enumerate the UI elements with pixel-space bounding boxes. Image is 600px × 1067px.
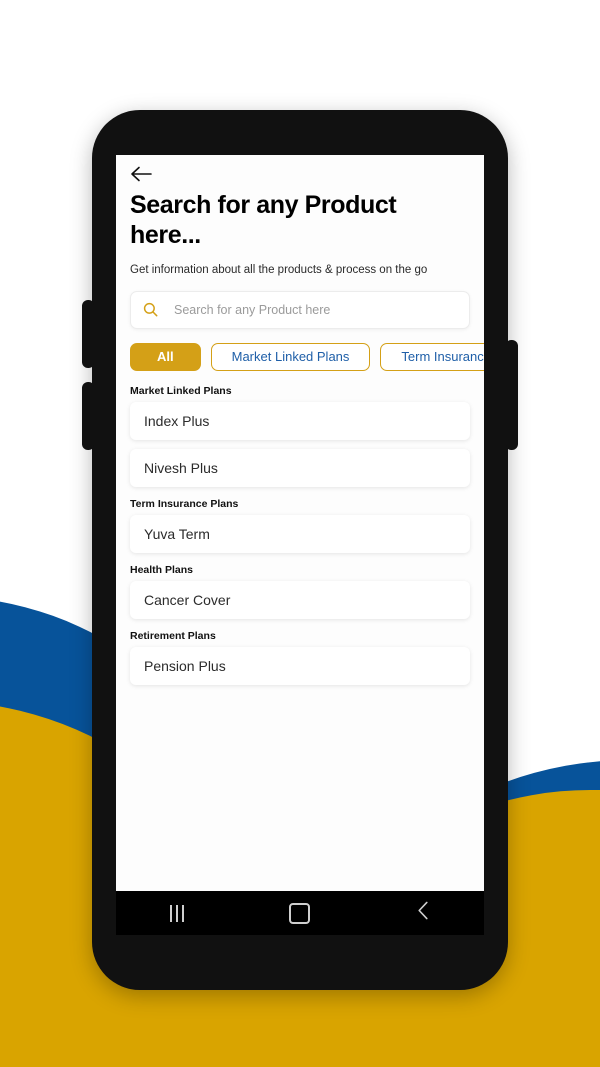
page-title: Search for any Product here... bbox=[130, 191, 397, 249]
recents-button[interactable] bbox=[142, 891, 212, 935]
back-button[interactable] bbox=[388, 891, 458, 935]
android-navigation-bar bbox=[116, 891, 484, 935]
app-content: Search for any Product here... Get infor… bbox=[116, 155, 484, 891]
home-icon bbox=[289, 902, 311, 924]
filter-chip[interactable]: Term Insurance Plans bbox=[380, 342, 484, 371]
phone-screen: Search for any Product here... Get infor… bbox=[116, 155, 484, 935]
filter-chips[interactable]: All Market Linked Plans Term Insurance Pla… bbox=[116, 342, 484, 371]
plan-card[interactable]: Yuva Term bbox=[130, 514, 470, 553]
plan-card[interactable]: Index Plus bbox=[130, 401, 470, 440]
search-bar[interactable] bbox=[130, 290, 470, 329]
section-header: Retirement Plans bbox=[130, 629, 216, 642]
filter-chip[interactable]: Market Linked Plans bbox=[210, 342, 371, 371]
recents-icon bbox=[170, 904, 185, 922]
results-list: Market Linked Plans Index Plus Nivesh Plus… bbox=[116, 385, 484, 685]
header-bar bbox=[116, 155, 484, 185]
search-icon bbox=[143, 302, 158, 317]
results-section: Term Insurance Plans Yuva Term bbox=[116, 498, 484, 553]
results-section: Market Linked Plans Index Plus Nivesh Plus bbox=[116, 385, 484, 487]
plan-card[interactable]: Nivesh Plus bbox=[130, 448, 470, 487]
results-section: Retirement Plans Pension Plus bbox=[116, 630, 484, 685]
back-chevron-icon bbox=[417, 901, 429, 925]
section-header: Health Plans bbox=[130, 563, 194, 576]
power-button[interactable] bbox=[506, 340, 518, 450]
section-header: Term Insurance Plans bbox=[130, 497, 239, 510]
search-input[interactable] bbox=[172, 301, 457, 318]
plan-card[interactable]: Cancer Cover bbox=[130, 580, 470, 619]
volume-up-button[interactable] bbox=[82, 300, 94, 368]
results-section: Health Plans Cancer Cover bbox=[116, 564, 484, 619]
home-button[interactable] bbox=[265, 891, 335, 935]
back-arrow-icon[interactable] bbox=[130, 165, 484, 183]
plan-card[interactable]: Pension Plus bbox=[130, 646, 470, 685]
volume-down-button[interactable] bbox=[82, 382, 94, 450]
section-header: Market Linked Plans bbox=[130, 384, 232, 397]
page-subtitle: Get information about all the products &… bbox=[130, 264, 428, 276]
filter-chip[interactable]: All bbox=[130, 342, 201, 371]
phone-mockup: Search for any Product here... Get infor… bbox=[82, 110, 518, 990]
